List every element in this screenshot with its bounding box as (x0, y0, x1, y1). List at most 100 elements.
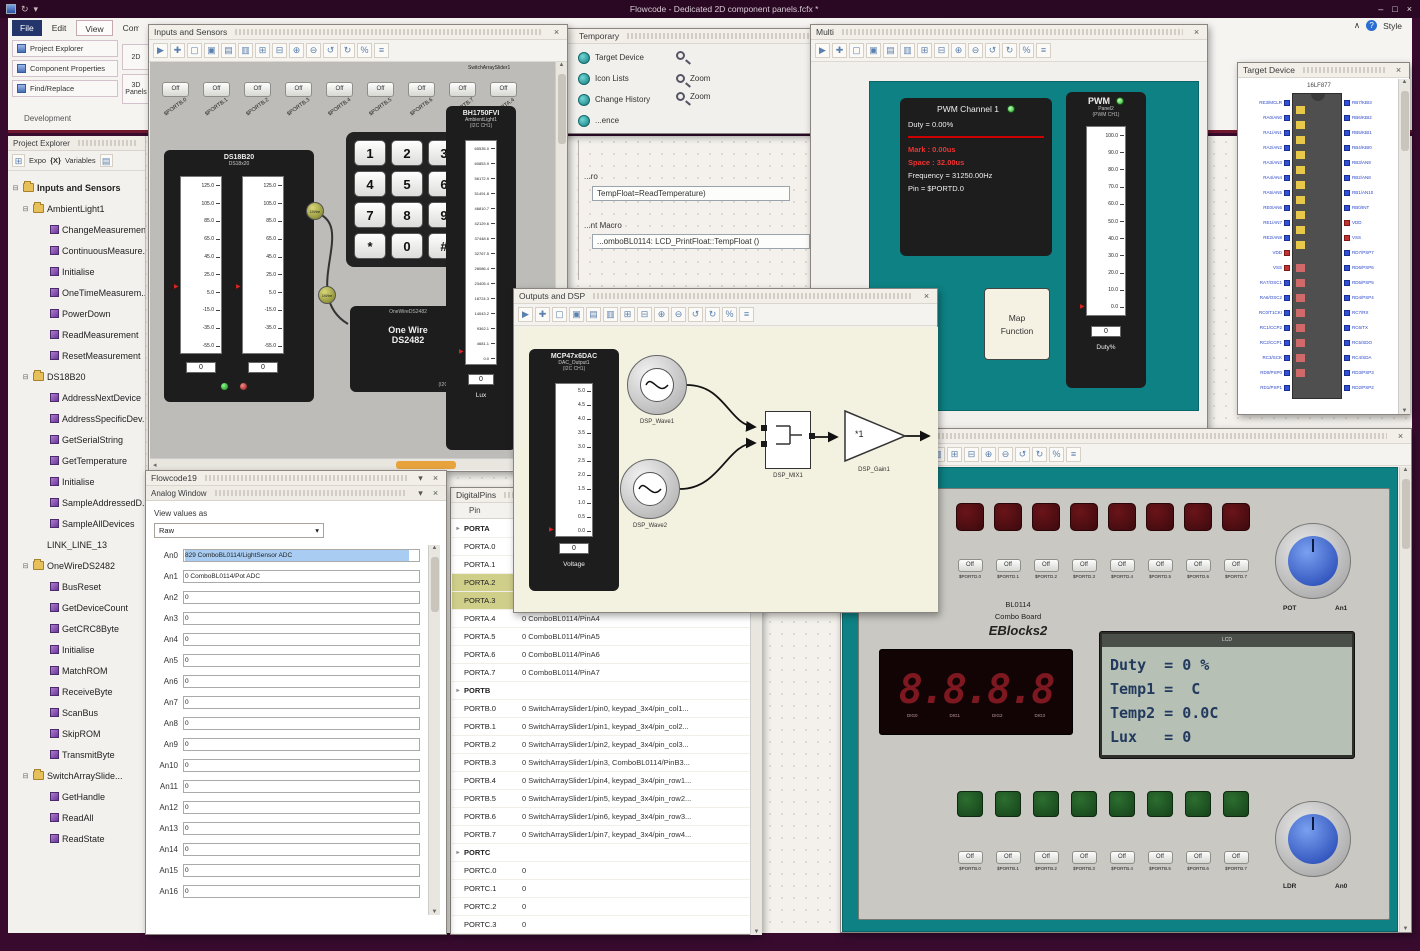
dropdown-icon[interactable]: ▾ (415, 473, 426, 484)
add-icon[interactable]: ✚ (535, 307, 550, 322)
dsp-wave1-block[interactable] (627, 355, 687, 415)
channel-value-field[interactable]: 0 (183, 780, 420, 793)
chip-pin[interactable]: VDD (1344, 215, 1396, 230)
digital-pin-row[interactable]: PORTB.2 0 SwitchArraySlider1/pin2, keypa… (452, 736, 750, 754)
channel-value-field[interactable]: 0 ComboBL0114/Pot ADC (183, 570, 420, 583)
channel-value-field[interactable]: 0 (183, 885, 420, 898)
redo-icon[interactable]: ↻ (340, 43, 355, 58)
close-icon[interactable]: × (430, 488, 441, 498)
titlebar-menu-icon[interactable]: ▾ (34, 4, 39, 15)
port-toggle-button[interactable]: Off (1185, 851, 1211, 864)
scale-marker-icon[interactable]: ▶ (236, 284, 241, 290)
panel-3d-button[interactable]: 3D Panels (122, 74, 150, 104)
chip-pin[interactable]: RB6/KBI2 (1344, 110, 1396, 125)
close-icon[interactable]: × (1393, 65, 1404, 75)
chip-pin[interactable]: RA2/AN2 (1240, 140, 1290, 155)
align-icon[interactable]: ▤ (586, 307, 601, 322)
channel-value-field[interactable]: 0 (183, 759, 420, 772)
vertical-scrollbar[interactable]: ▲▼ (1399, 467, 1411, 932)
map-function-block[interactable]: Map Function (984, 288, 1050, 360)
digital-pin-row[interactable]: PORTA.5 0 ComboBL0114/PinA5 (452, 628, 750, 646)
chip-pin[interactable]: RD2/PSP2 (1344, 380, 1396, 395)
tree-item[interactable]: ReadAll (8, 807, 145, 828)
bh1750-block[interactable]: BH1750FVI AmbientLight1 (I2C CH1) 65535.… (446, 106, 516, 450)
zoom-level-icon[interactable]: % (1049, 447, 1064, 462)
chip-pin[interactable]: RB7/KBI3 (1344, 95, 1396, 110)
ribbon-tab[interactable]: Edit (44, 20, 75, 36)
chip-pin[interactable]: RC7/RX (1344, 305, 1396, 320)
push-button[interactable] (1147, 791, 1173, 817)
inputs-2d-panel[interactable]: SwitchArraySlider1 Off $PORTB.0 Off $POR… (150, 62, 556, 458)
zoom-out-icon[interactable]: ⊖ (998, 447, 1013, 462)
grid-icon[interactable]: ⊞ (917, 43, 932, 58)
tree-item[interactable]: LINK_LINE_13 (8, 534, 145, 555)
cursor-icon[interactable]: ▶ (153, 43, 168, 58)
push-button[interactable] (1071, 791, 1097, 817)
view-values-dropdown[interactable]: Raw ▾ (154, 523, 324, 538)
scale-marker-icon[interactable]: ▶ (174, 284, 179, 290)
tree-item[interactable]: SwitchArraySlide... (8, 765, 145, 786)
zoom-level-icon[interactable]: % (357, 43, 372, 58)
zoom-in-icon[interactable]: ⊕ (654, 307, 669, 322)
ldr-knob-dial[interactable] (1288, 814, 1338, 864)
zoom-out-icon[interactable]: ⊖ (306, 43, 321, 58)
port-toggle-button[interactable]: Off (1033, 559, 1059, 572)
tree-item[interactable]: ChangeMeasuremen... (8, 219, 145, 240)
snap-icon[interactable]: ⊟ (934, 43, 949, 58)
redo-icon[interactable]: ↻ (705, 307, 720, 322)
distribute-icon[interactable]: ▥ (900, 43, 915, 58)
temporary-menu-item[interactable]: ...ence (578, 110, 650, 131)
tree-item[interactable]: TransmitByte (8, 744, 145, 765)
port-toggle-button[interactable]: Off (1109, 559, 1135, 572)
digital-pin-row[interactable]: PORTB.1 0 SwitchArraySlider1/pin1, keypa… (452, 718, 750, 736)
keypad-key[interactable]: 8 (391, 202, 423, 228)
port-toggle-button[interactable]: Off (1185, 559, 1211, 572)
scale-marker-icon[interactable]: ▶ (459, 349, 464, 355)
dac-scale[interactable]: 5.0 4.5 4.0 3.5 3.0 2.5 2.0 1.5 1.0 0.5 0.0 (555, 383, 593, 537)
expand-icon[interactable] (452, 849, 464, 856)
port-toggle-button[interactable]: Off (203, 82, 230, 97)
chip-pin[interactable]: RE3/MCLR (1240, 95, 1290, 110)
expand-icon[interactable] (21, 205, 30, 213)
green-led-icon[interactable] (220, 382, 229, 391)
digital-pin-row[interactable]: PORTA.7 0 ComboBL0114/PinA7 (452, 664, 750, 682)
tree-item[interactable]: SampleAllDevices (8, 513, 145, 534)
dsp-mix-block[interactable] (761, 411, 815, 469)
menu-icon[interactable]: ≡ (374, 43, 389, 58)
grid-icon[interactable]: ⊞ (620, 307, 635, 322)
channel-value-field[interactable]: 0 (183, 717, 420, 730)
ds18b20-block[interactable]: DS18B20 DS18x20 125.0 105.0 85.0 65.0 45.0 25… (164, 150, 314, 402)
expand-icon[interactable] (11, 184, 20, 192)
tree-item[interactable]: SampleAddressedD... (8, 492, 145, 513)
dropdown-icon[interactable]: ▾ (415, 488, 426, 499)
tree-item[interactable]: OneTimeMeasurem... (8, 282, 145, 303)
port-toggle-button[interactable]: Off (1147, 851, 1173, 864)
distribute-icon[interactable]: ▥ (238, 43, 253, 58)
tree-item[interactable]: ReceiveByte (8, 681, 145, 702)
chip-pin[interactable]: RA0/AN0 (1240, 110, 1290, 125)
close-button[interactable]: × (1407, 4, 1412, 14)
digital-pin-row[interactable]: PORTB.0 0 SwitchArraySlider1/pin0, keypa… (452, 700, 750, 718)
chip-pin[interactable]: RD6/PSP6 (1344, 260, 1396, 275)
paste-icon[interactable]: ▣ (204, 43, 219, 58)
zoom-level-icon[interactable]: % (722, 307, 737, 322)
tree-item[interactable]: GetTemperature (8, 450, 145, 471)
digital-pin-row[interactable]: PORTB.4 0 SwitchArraySlider1/pin4, keypa… (452, 772, 750, 790)
tree-item[interactable]: DS18B20 (8, 366, 145, 387)
snap-icon[interactable]: ⊟ (637, 307, 652, 322)
channel-value-field[interactable]: 0 (183, 675, 420, 688)
grid-icon[interactable]: ⊞ (947, 447, 962, 462)
undo-icon[interactable]: ↺ (985, 43, 1000, 58)
temporary-menu-item[interactable]: Change History (578, 89, 650, 110)
undo-icon[interactable]: ↺ (688, 307, 703, 322)
port-toggle-button[interactable]: Off (326, 82, 353, 97)
component-properties-button[interactable]: Component Properties (12, 60, 118, 77)
port-toggle-button[interactable]: Off (995, 559, 1021, 572)
ribbon-tab[interactable]: View (76, 20, 113, 36)
expand-icon[interactable] (452, 525, 464, 532)
grid-icon[interactable]: ⊞ (255, 43, 270, 58)
temporary-menu-item[interactable]: Target Device (578, 47, 650, 68)
digital-pin-row[interactable]: PORTC.3 0 (452, 916, 750, 934)
copy-icon[interactable]: ▢ (849, 43, 864, 58)
dsp-wave2-block[interactable] (620, 459, 680, 519)
